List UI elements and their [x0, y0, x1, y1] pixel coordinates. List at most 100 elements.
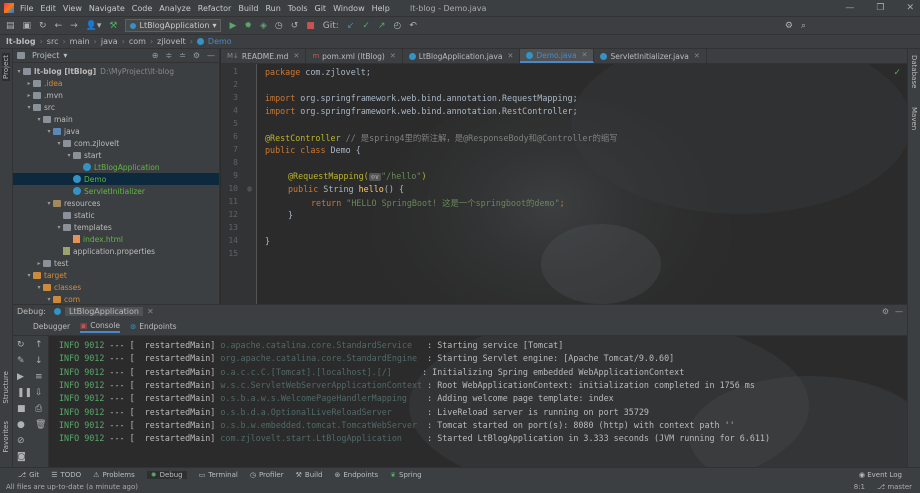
menu-build[interactable]: Build — [238, 4, 258, 13]
search-icon[interactable]: ⌕ — [801, 21, 806, 31]
spring-mapping-icon[interactable]: ◍ — [247, 184, 252, 193]
coverage-icon[interactable]: ◈ — [260, 21, 267, 31]
tool-window-spring[interactable]: ❦ Spring — [390, 471, 421, 479]
settings-icon[interactable]: ⚙ — [785, 21, 793, 31]
git-branch[interactable]: ⎇ master — [877, 483, 912, 491]
tool-window-git[interactable]: ⎇ Git — [18, 471, 39, 479]
chevron-down-icon[interactable]: ▾ — [15, 68, 23, 75]
project-panel-title[interactable]: Project — [32, 51, 59, 60]
modify-config-icon[interactable]: ✎ — [17, 356, 25, 366]
database-tool-button[interactable]: Database — [910, 55, 918, 88]
structure-tool-button[interactable]: Structure — [2, 371, 10, 404]
breadcrumb-item[interactable]: lt-blog — [6, 37, 36, 46]
tree-item[interactable]: ▾ main — [13, 113, 219, 125]
git-commit-icon[interactable]: ✓ — [362, 21, 370, 31]
menu-help[interactable]: Help — [372, 4, 390, 13]
tab-console[interactable]: ▣ Console — [80, 321, 120, 333]
user-icon[interactable]: 👤▾ — [86, 21, 102, 31]
menu-edit[interactable]: Edit — [40, 4, 56, 13]
git-push-icon[interactable]: ↗ — [378, 21, 386, 31]
menu-window[interactable]: Window — [333, 4, 365, 13]
print-icon[interactable]: ⎙ — [35, 404, 42, 414]
tool-window-build[interactable]: ⚒ Build — [296, 471, 323, 479]
build-hammer-icon[interactable]: ⚒ — [109, 21, 117, 31]
close-icon[interactable]: ✕ — [147, 307, 154, 316]
favorites-tool-button[interactable]: Favorites — [2, 421, 10, 453]
menu-file[interactable]: File — [20, 4, 33, 13]
menu-git[interactable]: Git — [315, 4, 327, 13]
chevron-down-icon[interactable]: ▾ — [25, 104, 33, 111]
camera-icon[interactable]: ◙ — [17, 452, 26, 462]
tree-item[interactable]: ▾ com.zjlovelt — [13, 137, 219, 149]
tree-item[interactable]: LtBlogApplication — [13, 161, 219, 173]
up-arrow-icon[interactable]: ↑ — [35, 340, 43, 350]
tool-window-terminal[interactable]: ▭ Terminal — [199, 471, 238, 479]
mute-breakpoints-icon[interactable]: ⊘ — [17, 436, 25, 446]
close-icon[interactable]: ✕ — [582, 51, 588, 59]
chevron-down-icon[interactable]: ▾ — [35, 116, 43, 123]
soft-wrap-icon[interactable]: ≡ — [35, 372, 43, 382]
breadcrumb-item[interactable]: com — [129, 37, 146, 46]
maven-tool-button[interactable]: Maven — [910, 107, 918, 130]
breadcrumb-item[interactable]: main — [70, 37, 90, 46]
hide-icon[interactable]: — — [895, 307, 903, 316]
git-update-icon[interactable]: ↙ — [347, 21, 355, 31]
down-arrow-icon[interactable]: ↓ — [35, 356, 43, 366]
chevron-down-icon[interactable]: ▾ — [55, 140, 63, 147]
menu-view[interactable]: View — [63, 4, 82, 13]
git-history-icon[interactable]: ◴ — [393, 21, 401, 31]
stop-icon[interactable]: ■ — [306, 21, 315, 31]
project-tool-button[interactable]: Project — [2, 53, 10, 81]
tree-item[interactable]: ▸ .idea — [13, 77, 219, 89]
code-editor[interactable]: 1 2 3 4 5 6 7 8 9 10 11 12 13 14 15 ◍ ✓ package com.zjl… — [221, 64, 907, 304]
menu-navigate[interactable]: Navigate — [89, 4, 125, 13]
breadcrumb-item[interactable]: java — [101, 37, 118, 46]
tree-item[interactable]: ▾ java — [13, 125, 219, 137]
menu-code[interactable]: Code — [132, 4, 152, 13]
status-message[interactable]: All files are up-to-date (a minute ago) — [6, 483, 138, 491]
profile-icon[interactable]: ◷ — [275, 21, 283, 31]
pause-icon[interactable]: ❚❚ — [17, 388, 32, 398]
chevron-right-icon[interactable]: ▸ — [25, 80, 33, 87]
menu-run[interactable]: Run — [265, 4, 280, 13]
git-rollback-icon[interactable]: ↶ — [409, 21, 417, 31]
debug-icon[interactable]: ✹ — [244, 21, 252, 31]
close-icon[interactable]: ✕ — [906, 3, 914, 13]
event-log-button[interactable]: ◉ Event Log — [859, 471, 902, 479]
tree-item[interactable]: Demo — [13, 173, 219, 185]
breadcrumb-item[interactable]: Demo — [208, 37, 232, 46]
minimize-icon[interactable]: — — [845, 3, 854, 13]
stop-icon[interactable]: ■ — [17, 404, 26, 414]
tree-item[interactable]: ▸ test — [13, 257, 219, 269]
resume-icon[interactable]: ▶ — [17, 372, 24, 382]
editor-tab[interactable]: m pom.xml (ltBlog) ✕ — [306, 49, 403, 63]
scroll-to-end-icon[interactable]: ⇩ — [35, 388, 43, 398]
tool-window-endpoints[interactable]: ⊛ Endpoints — [334, 471, 378, 479]
tree-item[interactable]: ▾ lt-blog [ltBlog] D:\MyProject\lt-blog — [13, 65, 219, 77]
tree-item[interactable]: ▾ classes — [13, 281, 219, 293]
editor-tab[interactable]: ServletInitializer.java ✕ — [594, 49, 707, 63]
close-icon[interactable]: ✕ — [507, 52, 513, 60]
clear-icon[interactable]: 🗑 — [35, 420, 46, 430]
chevron-down-icon[interactable]: ▾ — [35, 284, 43, 291]
tree-item[interactable]: application.properties — [13, 245, 219, 257]
view-breakpoints-icon[interactable]: ● — [17, 420, 25, 430]
maximize-icon[interactable]: ❐ — [876, 3, 884, 13]
tree-item[interactable]: ServletInitializer — [13, 185, 219, 197]
locate-icon[interactable]: ⊕ — [152, 51, 159, 60]
collapse-all-icon[interactable]: ≐ — [179, 51, 186, 60]
menu-tools[interactable]: Tools — [288, 4, 308, 13]
editor-tab[interactable]: LtBlogApplication.java ✕ — [403, 49, 521, 63]
sync-icon[interactable]: ↻ — [39, 21, 47, 31]
tree-item[interactable]: static — [13, 209, 219, 221]
tree-item[interactable]: ▸ .mvn — [13, 89, 219, 101]
breadcrumb-item[interactable]: zjlovelt — [157, 37, 186, 46]
console-output[interactable]: INFO 9012 --- [ restartedMain] o.apache.… — [49, 336, 907, 467]
close-icon[interactable]: ✕ — [293, 52, 299, 60]
close-icon[interactable]: ✕ — [694, 52, 700, 60]
chevron-down-icon[interactable]: ▾ — [45, 200, 53, 207]
tree-item[interactable]: ▾ src — [13, 101, 219, 113]
cursor-position[interactable]: 8:1 — [854, 483, 865, 491]
hide-icon[interactable]: — — [207, 51, 215, 60]
rerun-icon[interactable]: ↺ — [291, 21, 299, 31]
